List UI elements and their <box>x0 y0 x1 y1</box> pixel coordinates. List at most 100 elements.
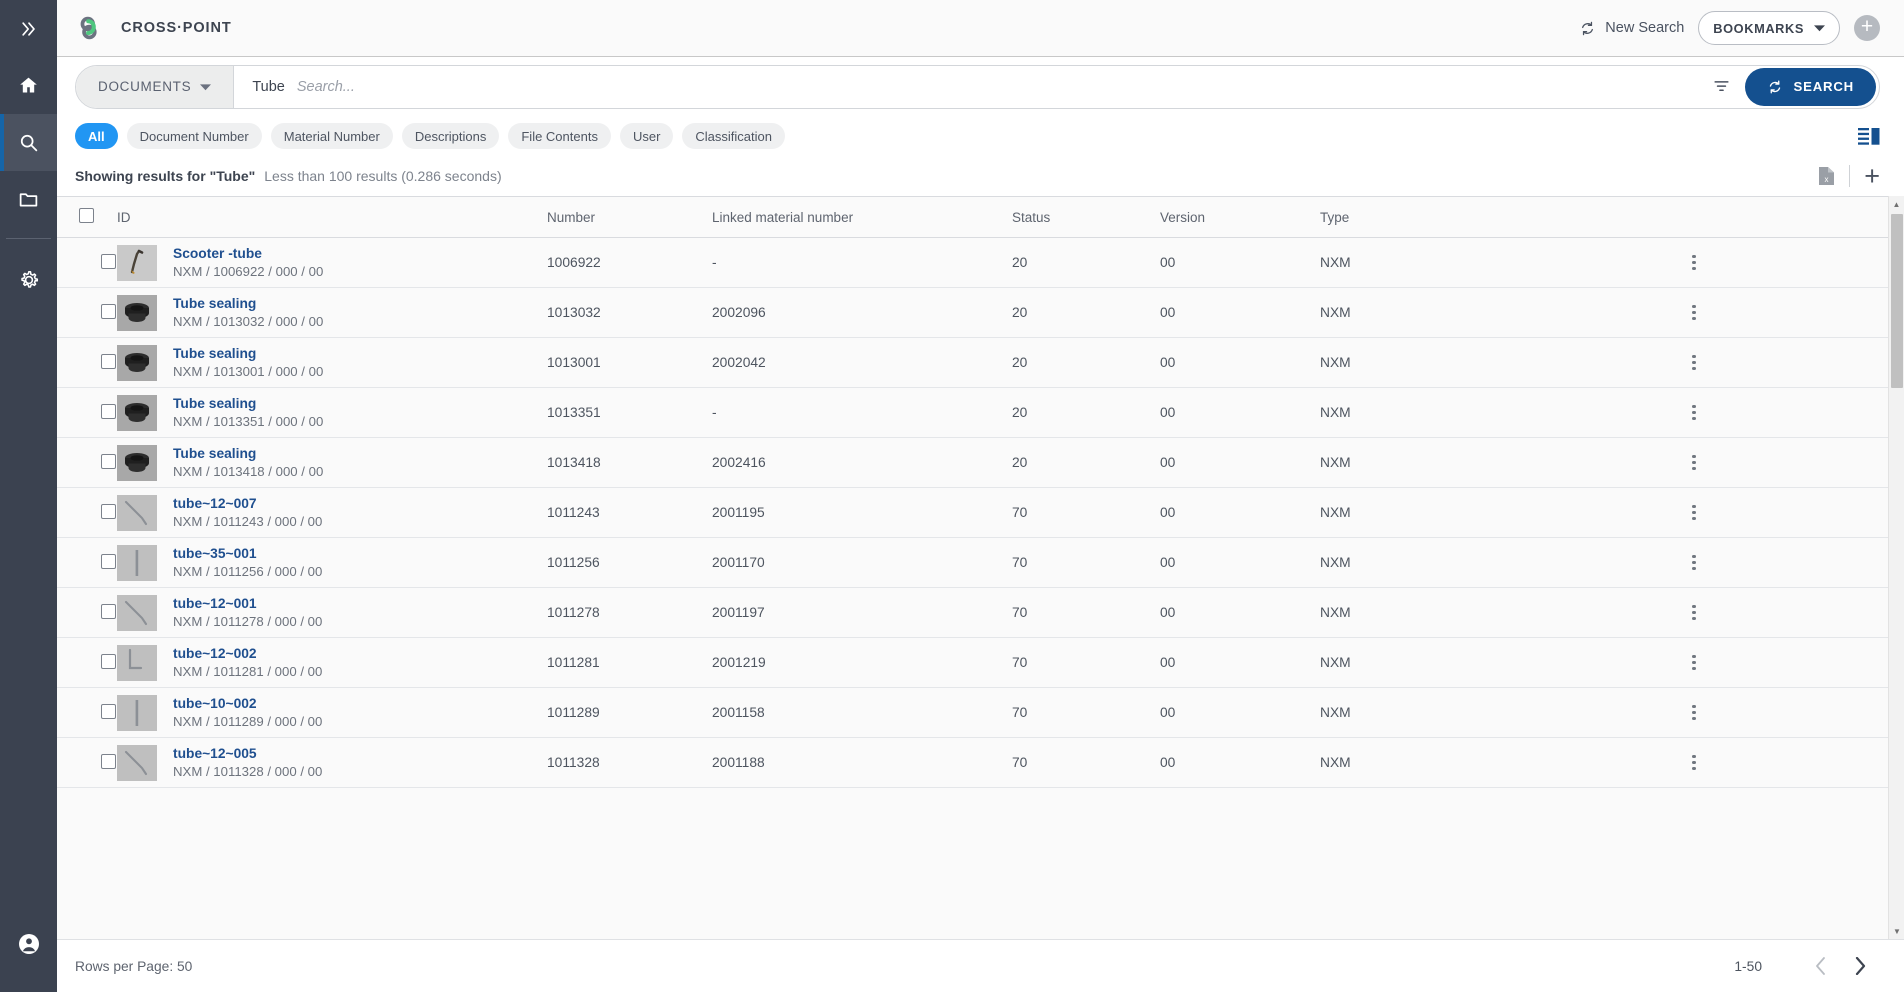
table-row[interactable]: tube~12~007 NXM / 1011243 / 000 / 00 10112… <box>57 487 1888 538</box>
table-row[interactable]: tube~35~001 NXM / 1011256 / 000 / 00 10112… <box>57 537 1888 588</box>
table-row[interactable]: Tube sealing NXM / 1013032 / 000 / 00 1013… <box>57 287 1888 338</box>
row-checkbox[interactable] <box>101 653 116 669</box>
row-checkbox[interactable] <box>101 403 116 419</box>
kebab-menu-icon[interactable] <box>1500 554 1888 571</box>
table-row[interactable]: Tube sealing NXM / 1013418 / 000 / 00 1013… <box>57 437 1888 488</box>
row-id-cell: Tube sealing NXM / 1013351 / 000 / 00 <box>117 387 547 438</box>
row-checkbox[interactable] <box>101 753 116 769</box>
select-all-checkbox[interactable] <box>79 208 94 223</box>
app-header: CROSS·POINT New Search BOOKMARKS + <box>57 0 1904 57</box>
header-select-all[interactable] <box>57 196 117 238</box>
row-linked-material-cell: 2001219 <box>712 637 1012 688</box>
table-row[interactable]: tube~12~001 NXM / 1011278 / 000 / 00 10112… <box>57 587 1888 638</box>
row-actions-cell <box>1500 287 1888 338</box>
row-title-link[interactable]: Tube sealing <box>173 346 323 361</box>
kebab-menu-icon[interactable] <box>1500 454 1888 471</box>
row-type-cell: NXM <box>1320 487 1500 538</box>
search-submit-button[interactable]: SEARCH <box>1744 67 1876 106</box>
row-checkbox[interactable] <box>101 703 116 719</box>
filter-chip-document-number[interactable]: Document Number <box>126 123 262 149</box>
sidebar-collapse-button[interactable] <box>0 0 57 57</box>
header-number[interactable]: Number <box>547 196 712 238</box>
table-row[interactable]: tube~12~002 NXM / 1011281 / 000 / 00 10112… <box>57 637 1888 688</box>
kebab-menu-icon[interactable] <box>1500 304 1888 321</box>
kebab-menu-icon[interactable] <box>1500 254 1888 271</box>
header-linked-material-number[interactable]: Linked material number <box>712 196 1012 238</box>
search-input[interactable]: Tube Search... <box>234 66 1697 108</box>
header-status[interactable]: Status <box>1012 196 1160 238</box>
table-row[interactable]: tube~12~005 NXM / 1011328 / 000 / 00 10113… <box>57 737 1888 788</box>
row-checkbox[interactable] <box>101 253 116 269</box>
kebab-menu-icon[interactable] <box>1500 404 1888 421</box>
app-root: CROSS·POINT New Search BOOKMARKS + DOCUM… <box>0 0 1904 992</box>
export-excel-button[interactable]: x <box>1818 166 1835 186</box>
sidebar-item-folders[interactable] <box>0 171 57 228</box>
row-title-link[interactable]: Tube sealing <box>173 296 323 311</box>
row-title-link[interactable]: tube~12~007 <box>173 496 322 511</box>
view-toggle-button[interactable] <box>1858 127 1880 145</box>
brand-logo-area[interactable]: CROSS·POINT <box>75 12 232 44</box>
sidebar-item-account[interactable] <box>0 915 57 972</box>
filter-chip-classification[interactable]: Classification <box>682 123 785 149</box>
row-checkbox[interactable] <box>101 453 116 469</box>
kebab-menu-icon[interactable] <box>1500 354 1888 371</box>
filter-chip-material-number[interactable]: Material Number <box>270 123 393 149</box>
scrollbar-thumb[interactable] <box>1891 214 1903 388</box>
search-icon <box>20 134 38 152</box>
row-title-link[interactable]: tube~12~005 <box>173 746 322 761</box>
sidebar-item-settings[interactable] <box>0 251 57 308</box>
row-version-cell: 00 <box>1160 487 1320 538</box>
header-id[interactable]: ID <box>117 196 547 238</box>
filter-chip-descriptions[interactable]: Descriptions <box>401 123 500 149</box>
table-row[interactable]: Scooter -tube NXM / 1006922 / 000 / 00 100… <box>57 237 1888 288</box>
add-result-button[interactable]: + <box>1864 162 1880 190</box>
row-checkbox[interactable] <box>101 303 116 319</box>
table-row[interactable]: Tube sealing NXM / 1013001 / 000 / 00 1013… <box>57 337 1888 388</box>
kebab-menu-icon[interactable] <box>1500 504 1888 521</box>
sidebar-item-search[interactable] <box>0 114 57 171</box>
tube-sealing-thumb <box>117 394 157 431</box>
row-thumbnail <box>117 694 157 731</box>
header-version[interactable]: Version <box>1160 196 1320 238</box>
vertical-scrollbar[interactable]: ▲ ▼ <box>1888 196 1904 939</box>
filter-chip-user[interactable]: User <box>619 123 674 149</box>
list-view-icon <box>1858 128 1880 145</box>
row-title-link[interactable]: Tube sealing <box>173 446 323 461</box>
kebab-menu-icon[interactable] <box>1500 604 1888 621</box>
row-actions-cell <box>1500 737 1888 788</box>
row-title-link[interactable]: Scooter -tube <box>173 246 323 261</box>
row-checkbox[interactable] <box>101 553 116 569</box>
table-row[interactable]: tube~10~002 NXM / 1011289 / 000 / 00 10112… <box>57 687 1888 738</box>
row-title-link[interactable]: tube~12~001 <box>173 596 322 611</box>
scroll-down-arrow[interactable]: ▼ <box>1889 923 1904 939</box>
add-bookmark-button[interactable]: + <box>1854 15 1880 41</box>
new-search-button[interactable]: New Search <box>1579 20 1684 37</box>
previous-page-button[interactable] <box>1800 946 1840 986</box>
row-id-cell: Tube sealing NXM / 1013001 / 000 / 00 <box>117 337 547 388</box>
advanced-filter-button[interactable] <box>1698 77 1745 96</box>
kebab-menu-icon[interactable] <box>1500 704 1888 721</box>
row-status-cell: 70 <box>1012 537 1160 588</box>
row-checkbox[interactable] <box>101 603 116 619</box>
row-title-link[interactable]: tube~35~001 <box>173 546 322 561</box>
filter-chip-all[interactable]: All <box>75 123 118 149</box>
row-title-link[interactable]: tube~12~002 <box>173 646 322 661</box>
bookmarks-dropdown[interactable]: BOOKMARKS <box>1698 11 1840 45</box>
filter-chip-file-contents[interactable]: File Contents <box>508 123 611 149</box>
rows-per-page-selector[interactable]: Rows per Page: 50 <box>75 959 192 974</box>
row-checkbox[interactable] <box>101 503 116 519</box>
table-row[interactable]: Tube sealing NXM / 1013351 / 000 / 00 1013… <box>57 387 1888 438</box>
search-scope-dropdown[interactable]: DOCUMENTS <box>76 65 235 108</box>
row-type-cell: NXM <box>1320 437 1500 488</box>
row-title-link[interactable]: Tube sealing <box>173 396 323 411</box>
kebab-menu-icon[interactable] <box>1500 754 1888 771</box>
sidebar-item-home[interactable] <box>0 57 57 114</box>
kebab-menu-icon[interactable] <box>1500 654 1888 671</box>
results-table-wrap: ID Number Linked material number Status … <box>57 196 1904 939</box>
row-select-cell <box>57 487 117 538</box>
header-type[interactable]: Type <box>1320 196 1500 238</box>
next-page-button[interactable] <box>1840 946 1880 986</box>
scroll-up-arrow[interactable]: ▲ <box>1889 196 1904 212</box>
row-checkbox[interactable] <box>101 353 116 369</box>
row-title-link[interactable]: tube~10~002 <box>173 696 322 711</box>
